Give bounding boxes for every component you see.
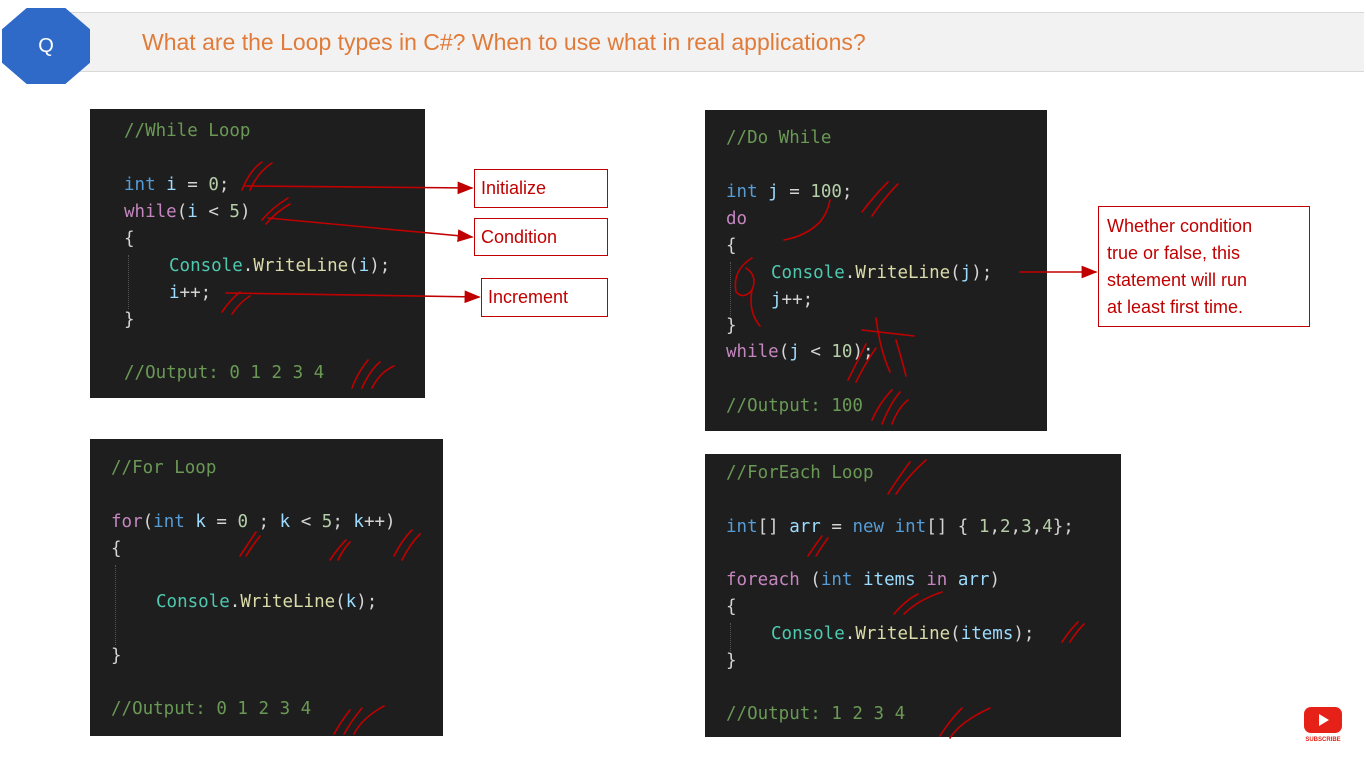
subscribe-label[interactable]: SUBSCRIBE [1296, 737, 1350, 743]
note-line: at least first time. [1107, 297, 1244, 317]
note-line: Whether condition [1107, 216, 1253, 236]
code-line: { [111, 539, 122, 559]
code-line: { [726, 597, 737, 617]
code-line: Console.WriteLine(k); [156, 592, 378, 612]
code-line: Console.WriteLine(j); [771, 263, 993, 283]
question-badge: Q [2, 8, 90, 84]
do-while-output: //Output: 100 [726, 396, 863, 416]
code-line: j++; [771, 290, 814, 310]
do-while-panel: //Do While int j = 100; do { Console.Wri… [705, 110, 1047, 431]
code-line: } [726, 651, 737, 671]
note-line: statement will run [1107, 270, 1248, 290]
code-line: foreach (int items in arr) [726, 570, 1001, 590]
foreach-comment: //ForEach Loop [726, 463, 874, 483]
while-loop-panel: //While Loop int i = 0; while(i < 5) { C… [90, 109, 425, 398]
note-line: true or false, this [1107, 243, 1241, 263]
indent-guide [730, 262, 731, 316]
code-line: } [111, 646, 122, 666]
foreach-panel: //ForEach Loop int[] arr = new int[] { 1… [705, 454, 1121, 737]
code-line: while(i < 5) [124, 202, 251, 222]
code-line: { [726, 236, 737, 256]
for-loop-panel: //For Loop for(int k = 0 ; k < 5; k++) {… [90, 439, 443, 736]
code-line: { [124, 229, 135, 249]
code-line: while(j < 10); [726, 342, 874, 362]
condition-callout: Condition [474, 218, 608, 256]
code-line: Console.WriteLine(items); [771, 624, 1035, 644]
code-line: int i = 0; [124, 175, 230, 195]
while-output: //Output: 0 1 2 3 4 [124, 363, 325, 383]
play-icon [1319, 714, 1329, 726]
foreach-output: //Output: 1 2 3 4 [726, 704, 906, 724]
for-output: //Output: 0 1 2 3 4 [111, 699, 312, 719]
code-line: } [726, 316, 737, 336]
while-comment: //While Loop [124, 121, 251, 141]
indent-guide [730, 623, 731, 651]
code-line: i++; [169, 283, 212, 303]
do-while-note-callout: Whether condition true or false, this st… [1098, 206, 1310, 327]
code-line: } [124, 310, 135, 330]
increment-callout: Increment [481, 278, 608, 317]
code-line: do [726, 209, 748, 229]
code-line: int j = 100; [726, 182, 853, 202]
indent-guide [128, 255, 129, 309]
code-line: int[] arr = new int[] { 1,2,3,4}; [726, 517, 1074, 537]
do-while-comment: //Do While [726, 128, 832, 148]
for-comment: //For Loop [111, 458, 217, 478]
code-line: Console.WriteLine(i); [169, 256, 391, 276]
indent-guide [115, 565, 116, 645]
slide-title: What are the Loop types in C#? When to u… [142, 29, 866, 55]
youtube-subscribe-button[interactable] [1304, 707, 1342, 733]
code-line: for(int k = 0 ; k < 5; k++) [111, 512, 396, 532]
initialize-callout: Initialize [474, 169, 608, 208]
